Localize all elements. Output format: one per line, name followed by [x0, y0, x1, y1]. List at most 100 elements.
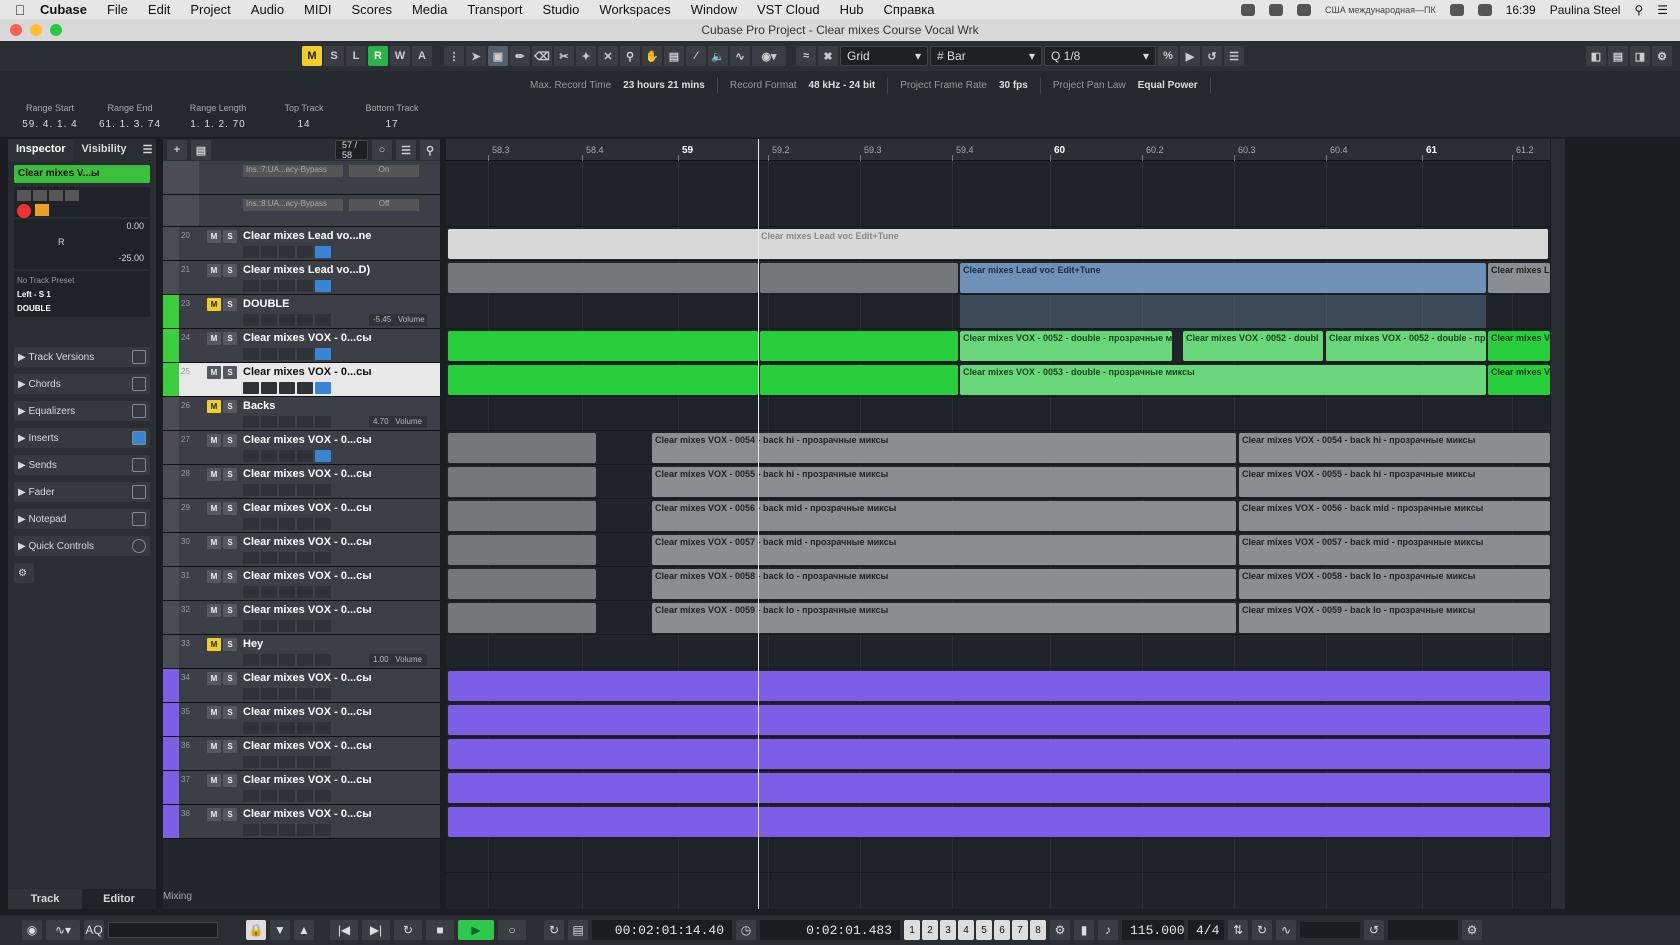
audio-event[interactable]: Clear mixes VOX - 0059 - back lo - прозр… [1239, 603, 1550, 633]
menu-scores[interactable]: Scores [352, 2, 392, 17]
audio-event[interactable]: Clear mixes V [1488, 365, 1550, 395]
read-button[interactable] [49, 190, 63, 201]
track-color-strip[interactable] [163, 397, 179, 430]
range-end-field[interactable]: Range End 61. 1. 3. 74 [98, 103, 162, 130]
track-edit-button[interactable] [279, 654, 295, 666]
menu-window[interactable]: Window [691, 2, 737, 17]
audio-event[interactable]: Clear mixes VOX - 0058 - back lo - прозр… [1239, 569, 1550, 599]
tempo-display[interactable]: 115.000 [1122, 920, 1185, 940]
pencil-tool-icon[interactable]: ✏ [510, 46, 530, 66]
section-quick-controls[interactable]: ▶ Quick Controls [14, 536, 150, 556]
track-counter[interactable]: 57 / 58 [335, 140, 368, 160]
track-solo-button[interactable]: S [223, 400, 237, 413]
track-mute-button[interactable]: M [207, 604, 221, 617]
locator-button-4[interactable]: 4 [958, 920, 974, 940]
audio-event[interactable] [448, 501, 596, 531]
go-to-end-button[interactable]: ▶| [362, 920, 390, 940]
menu-transport[interactable]: Transport [467, 2, 522, 17]
group-routing[interactable]: DOUBLE [17, 302, 147, 316]
track-write-button[interactable] [261, 552, 277, 564]
pan-value[interactable]: -25.00 [118, 253, 144, 263]
audio-event[interactable]: Clear mixes VOX - 0052 - double - пр [1326, 331, 1486, 361]
track-read-button[interactable] [243, 586, 259, 598]
split-tool-icon[interactable]: ✂ [554, 46, 574, 66]
mute-tool-icon[interactable]: ✕ [598, 46, 618, 66]
auto-scroll-icon[interactable]: ≈ [796, 46, 816, 66]
track-write-button[interactable] [261, 348, 277, 360]
monitor-button[interactable] [35, 204, 49, 216]
range-select-tool-icon[interactable]: ▣ [488, 46, 508, 66]
track-lane-button[interactable] [315, 824, 331, 836]
track-monitor-button[interactable] [297, 552, 313, 564]
track-write-button[interactable] [261, 280, 277, 292]
track-read-button[interactable] [243, 416, 259, 428]
activate-icon[interactable]: ◉ [22, 920, 42, 940]
track-edit-button[interactable] [279, 790, 295, 802]
track-color-strip[interactable] [163, 703, 179, 736]
status-icon[interactable] [1268, 3, 1283, 16]
track-volume-field[interactable]: 4.70 Volume [369, 416, 427, 428]
audio-event[interactable]: Clear mixes Lead voc Edit+Tune [758, 229, 1548, 259]
clock-icon[interactable]: ◷ [736, 920, 756, 940]
track-edit-button[interactable] [279, 280, 295, 292]
menu-file[interactable]: File [107, 2, 128, 17]
audio-event[interactable] [448, 535, 596, 565]
track-color-strip[interactable] [163, 771, 179, 804]
audio-event[interactable] [448, 263, 758, 293]
menu-list-icon[interactable]: ☰ [1657, 3, 1668, 17]
metronome-icon[interactable]: ♪ [1098, 920, 1118, 940]
layout-right-icon[interactable]: ◨ [1630, 46, 1650, 66]
pan-law-value[interactable]: Equal Power [1138, 80, 1198, 91]
clock[interactable]: 16:39 [1506, 3, 1536, 17]
track-edit-button[interactable] [279, 586, 295, 598]
track-read-button[interactable] [243, 790, 259, 802]
midi-event[interactable] [448, 671, 1550, 701]
track-mute-button[interactable]: M [207, 774, 221, 787]
track-monitor-button[interactable] [297, 382, 313, 394]
hand-tool-icon[interactable]: ✋ [642, 46, 662, 66]
track-color-strip[interactable] [163, 499, 179, 532]
external-sync-icon[interactable]: ↻ [1252, 920, 1272, 940]
bluetooth-icon[interactable] [1296, 3, 1311, 16]
layout-bottom-icon[interactable]: ▤ [1608, 46, 1628, 66]
track-monitor-button[interactable] [297, 586, 313, 598]
audio-event[interactable]: Clear mixes VOX - 0054 - back hi - прозр… [1239, 433, 1550, 463]
track-mute-button[interactable]: M [207, 536, 221, 549]
audio-event[interactable]: Clear mixes VOX - 0053 - double - прозра… [960, 365, 1486, 395]
track-solo-button[interactable]: S [223, 434, 237, 447]
track-edit-button[interactable] [279, 246, 295, 258]
section-equalizers[interactable]: ▶ Equalizers [14, 401, 150, 421]
color-tool-icon[interactable]: ◉▾ [752, 46, 786, 66]
audio-event[interactable]: Clear mixes VOX - 0057 - back mid - проз… [1239, 535, 1550, 565]
audio-event[interactable]: Clear mixes VOX - 0055 - back hi - прозр… [1239, 467, 1550, 497]
zoom-window-button[interactable] [50, 24, 62, 36]
minimize-window-button[interactable] [30, 24, 42, 36]
track-read-button[interactable] [243, 722, 259, 734]
solo-global-button[interactable]: S [324, 46, 344, 66]
track-row[interactable]: 21 M S Clear mixes Lead vo...D) [163, 261, 440, 295]
track-solo-button[interactable]: S [223, 638, 237, 651]
track-write-button[interactable] [261, 518, 277, 530]
bottom-track-field[interactable]: Bottom Track 17 [354, 103, 430, 130]
section-sends[interactable]: ▶ Sends [14, 455, 150, 475]
add-track-icon[interactable]: + [167, 140, 187, 160]
track-edit-button[interactable] [279, 484, 295, 496]
tab-track[interactable]: Track [8, 889, 82, 909]
track-mute-button[interactable]: M [207, 672, 221, 685]
track-name[interactable]: DOUBLE [243, 298, 289, 310]
frame-rate-value[interactable]: 30 fps [999, 80, 1028, 91]
section-chords[interactable]: ▶ Chords [14, 374, 150, 394]
track-row[interactable]: 37 M S Clear mixes VOX - 0...сы [163, 771, 440, 805]
track-name[interactable]: Clear mixes VOX - 0...сы [243, 434, 372, 446]
track-name[interactable]: Clear mixes VOX - 0...сы [243, 468, 372, 480]
section-fader[interactable]: ▶ Fader [14, 482, 150, 502]
track-edit-button[interactable] [279, 348, 295, 360]
vertical-scrollbar[interactable] [1551, 139, 1565, 909]
keyboard-layout[interactable]: США международная—ПК [1325, 5, 1436, 15]
track-color-strip[interactable] [163, 805, 179, 838]
follow-icon[interactable]: ↻ [544, 920, 564, 940]
track-write-button[interactable] [261, 790, 277, 802]
track-lane-button[interactable] [315, 280, 331, 292]
menu-audio[interactable]: Audio [251, 2, 284, 17]
track-row[interactable]: 23 M S DOUBLE -5.45 Volume [163, 295, 440, 329]
